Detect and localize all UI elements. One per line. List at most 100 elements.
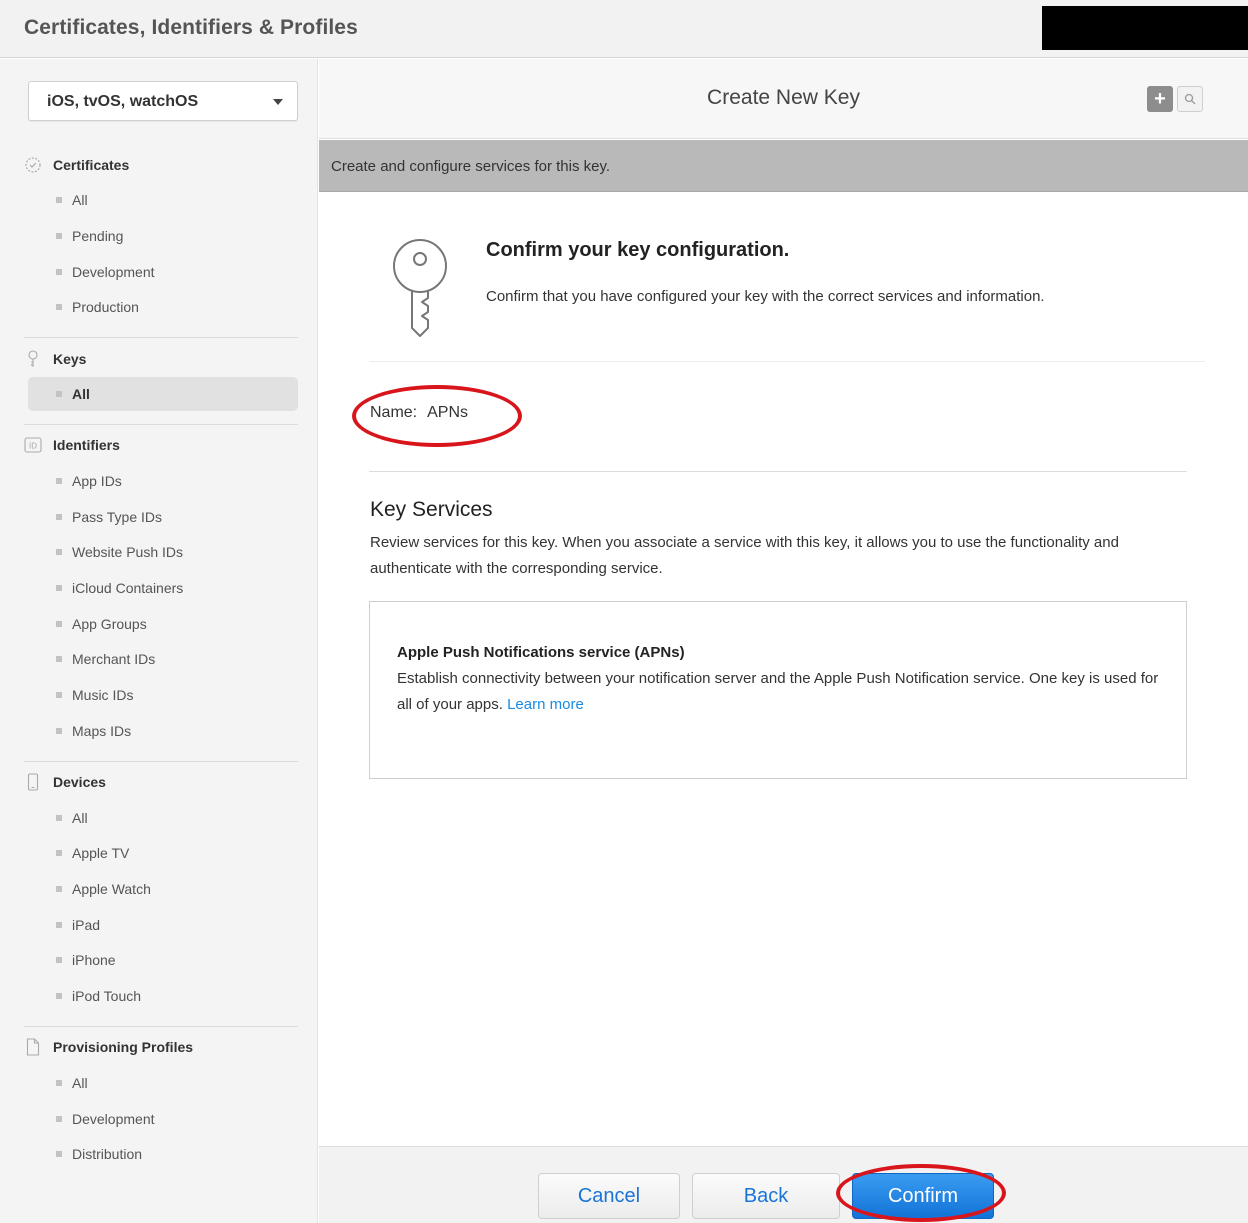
platform-select[interactable]: iOS, tvOS, watchOS: [28, 81, 298, 121]
device-icon: [24, 773, 42, 791]
sidebar-item-pass-type-ids[interactable]: Pass Type IDs: [28, 500, 298, 534]
sidebar-item-label: Pass Type IDs: [72, 509, 163, 525]
sidebar-item-profiles-development[interactable]: Development: [28, 1102, 298, 1136]
key-services-description: Review services for this key. When you a…: [370, 534, 1119, 577]
divider: [369, 361, 1205, 362]
sidebar-item-label: iPhone: [72, 952, 116, 968]
learn-more-link[interactable]: Learn more: [507, 696, 584, 713]
service-description-block: Establish connectivity between your noti…: [397, 666, 1167, 718]
sidebar-item-label: Apple TV: [72, 845, 130, 861]
sidebar-item-label: Pending: [72, 228, 124, 244]
sidebar-item-label: All: [72, 810, 88, 826]
section-label: Certificates: [53, 157, 130, 173]
sidebar-item-label: Development: [72, 264, 155, 280]
sidebar-item-profiles-distribution[interactable]: Distribution: [28, 1137, 298, 1171]
bullet: [56, 269, 62, 275]
id-icon: ID: [24, 436, 42, 454]
annotation-circle-confirm: [836, 1164, 1006, 1222]
chevron-down-icon: [273, 99, 283, 105]
sidebar-item-app-groups[interactable]: App Groups: [28, 607, 298, 641]
bullet: [56, 1080, 62, 1086]
bullet: [56, 304, 62, 310]
platform-select-value: iOS, tvOS, watchOS: [47, 93, 199, 110]
sidebar-item-certificates-all[interactable]: All: [28, 183, 298, 217]
sidebar-item-maps-ids[interactable]: Maps IDs: [28, 714, 298, 748]
divider: [24, 1026, 298, 1027]
divider: [24, 337, 298, 338]
sidebar-item-label: Maps IDs: [72, 723, 132, 739]
section-devices: Devices: [24, 771, 106, 793]
sidebar: iOS, tvOS, watchOS Certificates All Pend…: [0, 59, 318, 1223]
certificate-icon: [24, 156, 42, 174]
sidebar-item-ipod-touch[interactable]: iPod Touch: [28, 979, 298, 1013]
sidebar-item-label: Merchant IDs: [72, 651, 156, 667]
sidebar-item-merchant-ids[interactable]: Merchant IDs: [28, 642, 298, 676]
sidebar-item-label: Production: [72, 299, 139, 315]
sidebar-item-label: iCloud Containers: [72, 580, 184, 596]
bullet: [56, 514, 62, 520]
sidebar-item-certificates-pending[interactable]: Pending: [28, 219, 298, 253]
section-label: Provisioning Profiles: [53, 1039, 194, 1055]
bullet: [56, 886, 62, 892]
confirm-title: Confirm your key configuration.: [486, 239, 790, 261]
sidebar-item-label: Distribution: [72, 1146, 143, 1162]
page-title: Create New Key: [707, 86, 860, 109]
bullet: [56, 656, 62, 662]
sidebar-item-profiles-all[interactable]: All: [28, 1066, 298, 1100]
bullet: [56, 233, 62, 239]
subheader-text: Create and configure services for this k…: [331, 158, 611, 175]
search-icon: [1184, 93, 1196, 105]
bullet: [56, 391, 62, 397]
key-services-title: Key Services: [370, 498, 493, 521]
sidebar-item-app-ids[interactable]: App IDs: [28, 464, 298, 498]
bullet: [56, 692, 62, 698]
bullet: [56, 585, 62, 591]
bullet: [56, 850, 62, 856]
redacted-region: [1042, 6, 1248, 50]
sidebar-item-ipad[interactable]: iPad: [28, 908, 298, 942]
search-button[interactable]: [1177, 86, 1203, 112]
top-title-bar: Certificates, Identifiers & Profiles: [0, 0, 1248, 58]
bullet: [56, 1116, 62, 1122]
bullet: [56, 993, 62, 999]
sidebar-item-devices-all[interactable]: All: [28, 801, 298, 835]
sidebar-item-certificates-production[interactable]: Production: [28, 290, 298, 324]
sidebar-item-apple-watch[interactable]: Apple Watch: [28, 872, 298, 906]
bullet: [56, 922, 62, 928]
sidebar-item-apple-tv[interactable]: Apple TV: [28, 836, 298, 870]
sidebar-item-website-push-ids[interactable]: Website Push IDs: [28, 535, 298, 569]
sidebar-item-label: App IDs: [72, 473, 122, 489]
sidebar-item-label: Website Push IDs: [72, 544, 184, 560]
divider: [369, 471, 1187, 472]
sidebar-item-icloud-containers[interactable]: iCloud Containers: [28, 571, 298, 605]
sidebar-item-label: Apple Watch: [72, 881, 151, 897]
subheader: Create and configure services for this k…: [319, 140, 1248, 192]
document-icon: [24, 1038, 42, 1056]
section-certificates: Certificates: [24, 154, 129, 176]
sidebar-item-music-ids[interactable]: Music IDs: [28, 678, 298, 712]
sidebar-item-label: iPad: [72, 917, 101, 933]
sidebar-item-label: Music IDs: [72, 687, 134, 703]
bullet: [56, 621, 62, 627]
sidebar-item-label: All: [72, 192, 88, 208]
sidebar-item-label: All: [72, 1075, 88, 1091]
sidebar-item-iphone[interactable]: iPhone: [28, 943, 298, 977]
bullet: [56, 728, 62, 734]
section-provisioning-profiles: Provisioning Profiles: [24, 1036, 193, 1058]
sidebar-item-label: iPod Touch: [72, 988, 142, 1004]
cancel-button[interactable]: Cancel: [538, 1173, 680, 1219]
bullet: [56, 815, 62, 821]
service-title: Apple Push Notifications service (APNs): [397, 644, 685, 661]
sidebar-item-keys-all[interactable]: All: [28, 377, 298, 411]
sidebar-item-label: App Groups: [72, 616, 147, 632]
section-identifiers: ID Identifiers: [24, 434, 120, 456]
divider: [24, 761, 298, 762]
add-button[interactable]: +: [1147, 86, 1173, 112]
main-header: Create New Key +: [319, 59, 1248, 139]
id-icon-text: ID: [29, 442, 37, 451]
bullet: [56, 478, 62, 484]
sidebar-item-label: Development: [72, 1111, 155, 1127]
back-button[interactable]: Back: [692, 1173, 840, 1219]
key-icon: [393, 239, 447, 337]
sidebar-item-certificates-development[interactable]: Development: [28, 255, 298, 289]
